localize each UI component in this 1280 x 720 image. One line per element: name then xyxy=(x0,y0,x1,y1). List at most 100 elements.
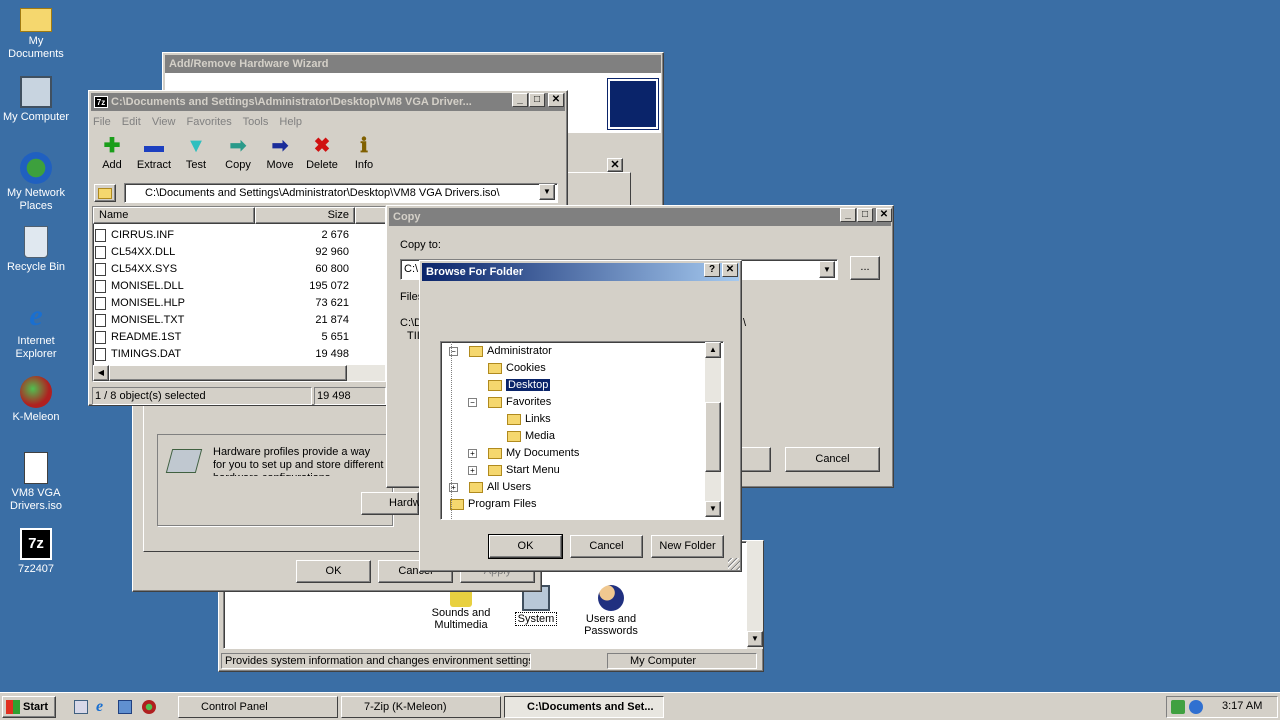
file-list-hscroll[interactable]: ◀ xyxy=(93,365,385,381)
toolbar-extract-button[interactable]: ▬ Extract xyxy=(134,133,174,171)
show-desktop-icon[interactable] xyxy=(74,700,88,714)
cp-status-location: My Computer xyxy=(607,653,757,669)
test-icon: ▼ xyxy=(186,135,206,157)
tree-guides xyxy=(451,342,501,519)
tree-item-label: Links xyxy=(525,413,551,425)
ie-quicklaunch-icon[interactable]: e xyxy=(96,698,103,716)
menu-tools[interactable]: Tools xyxy=(243,116,269,128)
copy-cancel-button[interactable]: Cancel xyxy=(785,447,880,472)
tree-scroll-up-button[interactable]: ▲ xyxy=(705,342,721,358)
ok-button[interactable]: OK xyxy=(296,560,371,583)
taskbar-7zip-window[interactable]: C:\Documents and Set... xyxy=(504,696,664,718)
col-header-name[interactable]: Name xyxy=(93,207,255,224)
recycle-bin-icon xyxy=(24,226,48,258)
menu-favorites[interactable]: Favorites xyxy=(187,116,232,128)
file-row[interactable]: CL54XX.SYS 60 800 xyxy=(95,261,355,278)
menu-help[interactable]: Help xyxy=(279,116,302,128)
hscroll-thumb[interactable] xyxy=(109,365,347,381)
browse-close-button[interactable]: ✕ xyxy=(722,263,738,277)
copy-arrow-icon: ➡ xyxy=(229,135,247,157)
file-row[interactable]: README.1ST 5 651 xyxy=(95,329,355,346)
cp-users-item[interactable]: Users and Passwords xyxy=(581,585,641,637)
browse-button[interactable]: ... xyxy=(850,256,880,280)
file-row[interactable]: CL54XX.DLL 92 960 xyxy=(95,244,355,261)
maximize-button[interactable]: □ xyxy=(529,93,545,107)
menu-edit[interactable]: Edit xyxy=(122,116,141,128)
k-meleon-icon xyxy=(20,376,52,408)
sysprops-close-button[interactable]: ✕ xyxy=(607,158,623,172)
up-folder-icon xyxy=(98,188,112,199)
status-selected: 1 / 8 object(s) selected xyxy=(92,387,312,405)
file-row[interactable]: MONISEL.TXT 21 874 xyxy=(95,312,355,329)
desktop-icon-7z[interactable]: 7z 7z2407 xyxy=(0,528,72,576)
menu-file[interactable]: File xyxy=(93,116,111,128)
file-name: MONISEL.DLL xyxy=(111,280,184,292)
help-button[interactable]: ? xyxy=(704,263,720,277)
desktop-icon-iso[interactable]: VM8 VGA Drivers.iso xyxy=(0,452,72,513)
quick-launch: e xyxy=(66,697,166,717)
path-combobox[interactable]: C:\Documents and Settings\Administrator\… xyxy=(124,183,558,203)
file-size: 19 498 xyxy=(315,348,349,360)
col-header-extra[interactable] xyxy=(355,207,385,224)
file-size: 73 621 xyxy=(315,297,349,309)
toolbar-delete-button[interactable]: ✖ Delete xyxy=(302,133,342,171)
menu-bar: File Edit View Favorites Tools Help xyxy=(93,113,302,131)
tree-vscroll[interactable]: ▲ ▼ xyxy=(705,342,721,517)
move-arrow-icon: ➡ xyxy=(271,135,289,157)
kmeleon-quicklaunch-icon[interactable] xyxy=(142,700,156,714)
browse-folder-dialog: Browse For Folder ? ✕ − Administrator Cook… xyxy=(419,260,742,572)
file-row[interactable]: TIMINGS.DAT 19 498 xyxy=(95,346,355,363)
copy-minimize-button[interactable]: _ xyxy=(840,208,856,222)
globe-tray-icon[interactable] xyxy=(1189,700,1203,714)
copy-close-button[interactable]: ✕ xyxy=(876,208,892,222)
desktop-icon-my-computer[interactable]: My Computer xyxy=(0,76,72,124)
toolbar-test-button[interactable]: ▼ Test xyxy=(176,133,216,171)
desktop-icon-network[interactable]: My Network Places xyxy=(0,152,72,213)
desktop-icon-k-meleon[interactable]: K-Meleon xyxy=(0,376,72,424)
folder-tree[interactable]: − Administrator Cookies Desktop − Favorites Li… xyxy=(440,341,724,520)
outlook-quicklaunch-icon[interactable] xyxy=(118,700,132,714)
hardware-profiles-text: Hardware profiles provide a way for you … xyxy=(213,446,384,476)
copy-to-dropdown-button[interactable]: ▼ xyxy=(819,261,835,278)
copy-maximize-button[interactable]: □ xyxy=(857,208,873,222)
file-list[interactable]: Name Size CIRRUS.INF 2 676 CL54XX.DLL 92 96… xyxy=(92,206,386,382)
desktop-icon-ie[interactable]: e Internet Explorer xyxy=(0,300,72,361)
tree-scroll-thumb[interactable] xyxy=(705,402,721,472)
close-button[interactable]: ✕ xyxy=(548,93,564,107)
add-icon: ✚ xyxy=(103,135,121,157)
up-folder-button[interactable] xyxy=(94,184,116,202)
scroll-left-button[interactable]: ◀ xyxy=(93,365,109,381)
toolbar-add-button[interactable]: ✚ Add xyxy=(92,133,132,171)
file-name: CL54XX.DLL xyxy=(111,246,176,258)
taskbar-control-panel[interactable]: Control Panel xyxy=(178,696,338,718)
tree-item[interactable]: Links xyxy=(507,411,551,428)
file-row[interactable]: MONISEL.DLL 195 072 xyxy=(95,278,355,295)
my-computer-icon xyxy=(20,76,52,108)
desktop-icon-recycle-bin[interactable]: Recycle Bin xyxy=(0,226,72,274)
file-row[interactable]: CIRRUS.INF 2 676 xyxy=(95,227,355,244)
hardware-profiles-icon xyxy=(165,449,203,473)
browse-ok-button[interactable]: OK xyxy=(488,534,563,559)
tree-item[interactable]: Media xyxy=(507,428,555,445)
tree-item[interactable]: + My Documents xyxy=(468,445,579,462)
delete-icon: ✖ xyxy=(313,135,331,157)
minimize-button[interactable]: _ xyxy=(512,93,528,107)
file-row[interactable]: MONISEL.HLP 73 621 xyxy=(95,295,355,312)
toolbar-info-button[interactable]: ℹ Info xyxy=(344,133,384,171)
toolbar-move-button[interactable]: ➡ Move xyxy=(260,133,300,171)
menu-view[interactable]: View xyxy=(152,116,176,128)
cp-scrollbar[interactable]: ▼ xyxy=(747,541,763,649)
start-button[interactable]: Start xyxy=(2,696,56,718)
desktop-icon-my-documents[interactable]: My Documents xyxy=(0,4,72,61)
scroll-down-button[interactable]: ▼ xyxy=(747,631,763,647)
path-dropdown-button[interactable]: ▼ xyxy=(539,184,555,200)
network-tray-icon[interactable] xyxy=(1171,700,1185,714)
browse-cancel-button[interactable]: Cancel xyxy=(570,535,643,558)
hardware-profiles-button[interactable]: Hardw xyxy=(361,492,421,515)
toolbar-copy-button[interactable]: ➡ Copy xyxy=(218,133,258,171)
tree-scroll-down-button[interactable]: ▼ xyxy=(705,501,721,517)
col-header-size[interactable]: Size xyxy=(255,207,355,224)
resize-grip-icon[interactable] xyxy=(728,558,740,570)
new-folder-button[interactable]: New Folder xyxy=(651,535,724,558)
taskbar-7zip-kmeleon[interactable]: 7-Zip (K-Meleon) xyxy=(341,696,501,718)
